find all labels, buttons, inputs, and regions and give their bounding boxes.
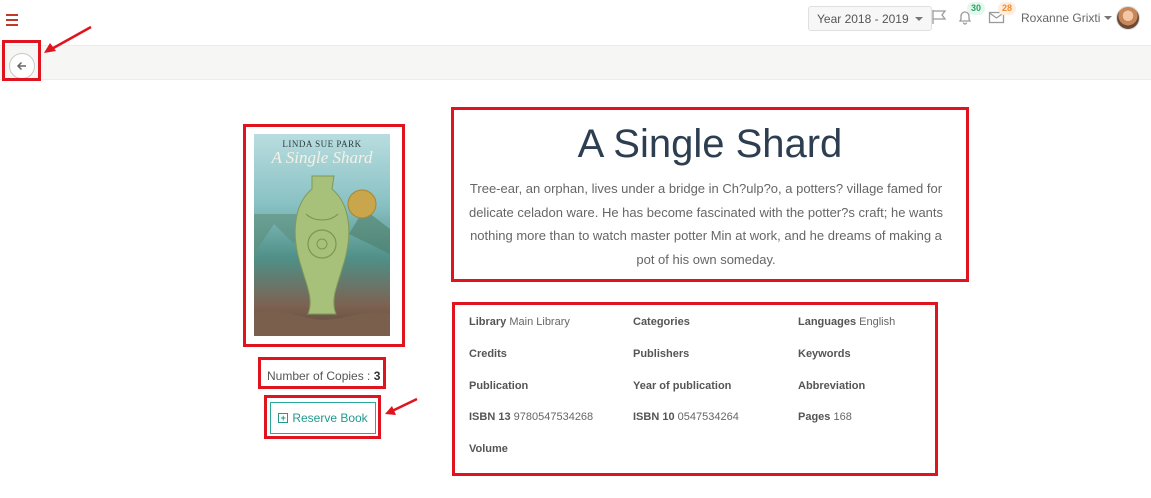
annotation-arrow-icon [385, 397, 418, 415]
book-cover-image: LINDA SUE PARK A Single Shard [254, 134, 390, 336]
avatar[interactable] [1116, 6, 1140, 30]
annotation-arrow-icon [44, 25, 92, 53]
detail-year-of-publication: Year of publication [633, 380, 732, 392]
toolbar [0, 46, 1151, 80]
reserve-book-label: Reserve Book [292, 411, 368, 425]
detail-library: Library Main Library [469, 316, 570, 328]
book-title: A Single Shard [577, 122, 843, 166]
user-name: Roxanne Grixti [1021, 11, 1101, 25]
notifications-button[interactable]: 30 [957, 2, 985, 28]
vase-illustration [254, 175, 390, 336]
flag-icon[interactable] [931, 9, 948, 28]
menu-icon[interactable] [6, 14, 18, 26]
plus-square-icon: + [278, 413, 289, 423]
user-menu[interactable]: Roxanne Grixti [1021, 11, 1113, 25]
copies-label: Number of Copies : [267, 369, 371, 383]
messages-badge: 28 [998, 2, 1016, 15]
detail-volume: Volume [469, 443, 508, 455]
year-selector[interactable]: Year 2018 - 2019 [808, 6, 932, 31]
copies-count: Number of Copies : 3 [267, 369, 380, 383]
detail-isbn-10: ISBN 10 0547534264 [633, 411, 739, 423]
reserve-book-button[interactable]: + Reserve Book [270, 402, 376, 434]
highlight-box-back [2, 40, 41, 81]
book-description: Tree-ear, an orphan, lives under a bridg… [468, 181, 944, 267]
caret-down-icon [1104, 16, 1113, 20]
caret-down-icon [914, 16, 923, 21]
detail-isbn-13: ISBN 13 9780547534268 [469, 411, 594, 423]
detail-keywords: Keywords [798, 348, 851, 360]
detail-publication: Publication [469, 380, 529, 392]
detail-pages: Pages 168 [798, 411, 852, 423]
detail-publishers: Publishers [633, 348, 690, 360]
detail-languages: Languages English [798, 316, 896, 328]
copies-value: 3 [373, 369, 381, 383]
detail-categories: Categories [633, 316, 690, 328]
detail-abbreviation: Abbreviation [798, 380, 866, 392]
top-navbar: Year 2018 - 2019 30 28 Roxanne Grixti [0, 0, 1151, 46]
detail-credits: Credits [469, 348, 507, 360]
notifications-badge: 30 [967, 2, 985, 15]
messages-button[interactable]: 28 [988, 2, 1016, 28]
year-selector-label: Year 2018 - 2019 [817, 11, 909, 26]
